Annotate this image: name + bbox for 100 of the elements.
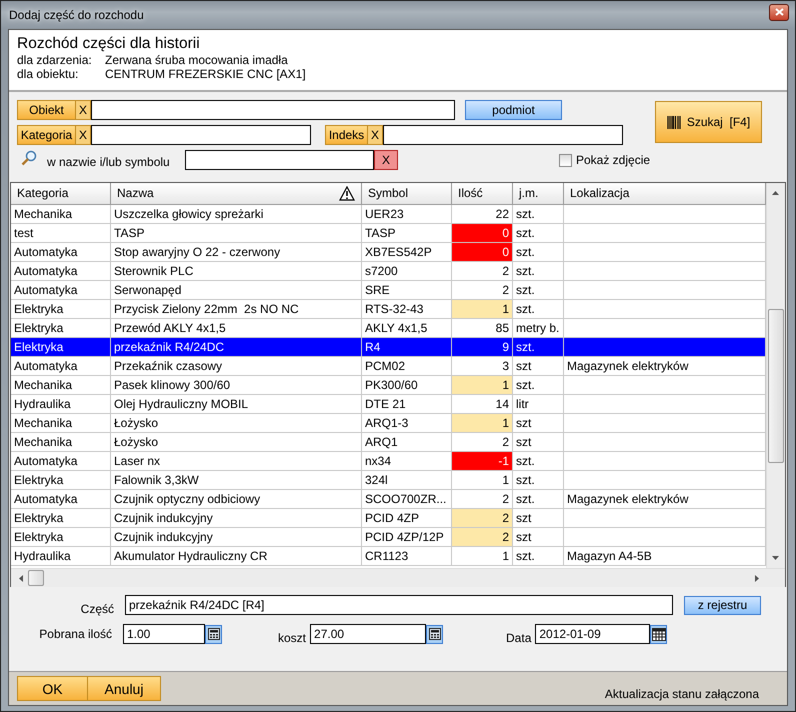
scroll-down-icon (772, 556, 780, 560)
table-cell: Akumulator Hydrauliczny CR (111, 547, 362, 566)
table-cell: Czujnik indukcyjny (111, 528, 362, 547)
horizontal-scrollbar[interactable] (11, 568, 785, 587)
dialog-heading: Rozchód części dla historii (17, 34, 201, 53)
table-cell: szt. (513, 205, 564, 224)
clear-button[interactable]: X (374, 150, 398, 170)
table-cell: szt (513, 433, 564, 452)
quantity-cell: 85 (452, 319, 513, 338)
table-cell: szt. (513, 224, 564, 243)
quantity-cell: 1 (452, 547, 513, 566)
close-button[interactable] (769, 4, 789, 20)
table-cell: szt. (513, 490, 564, 509)
table-cell: Sterownik PLC (111, 262, 362, 281)
table-cell: Hydraulika (11, 547, 111, 566)
table-cell: Automatyka (11, 243, 111, 262)
scrollbar-thumb[interactable] (768, 309, 784, 463)
search-label: w nazwie i/lub symbolu (47, 155, 171, 169)
calculator-icon (208, 628, 220, 640)
clear-button[interactable]: X (76, 100, 91, 120)
table-cell: Magazynek elektryków (564, 490, 766, 509)
search-button[interactable]: Szukaj [F4] (655, 101, 762, 143)
cancel-button[interactable]: Anuluj (88, 676, 161, 701)
index-field[interactable] (383, 125, 623, 145)
checkbox-label: Pokaż zdjęcie (576, 153, 650, 167)
field-label: Pobrana ilość (38, 627, 113, 641)
column-header[interactable]: Lokalizacja (564, 183, 766, 205)
subject-button[interactable]: podmiot (465, 100, 562, 120)
ok-button[interactable]: OK (17, 676, 88, 701)
table-cell: Przekaźnik czasowy (111, 357, 362, 376)
date-field[interactable]: 2012-01-09 (535, 624, 650, 644)
table-cell: szt. (513, 300, 564, 319)
scroll-right-icon (755, 575, 759, 582)
calculator-icon (428, 628, 441, 640)
quantity-cell: 2 (452, 528, 513, 547)
quantity-cell: 2 (452, 262, 513, 281)
table-cell: szt. (513, 547, 564, 566)
table-cell: szt. (513, 376, 564, 395)
checkbox[interactable] (559, 154, 572, 166)
table-cell: Łożysko (111, 414, 362, 433)
column-header[interactable]: Kategoria (11, 183, 111, 205)
column-header[interactable]: j.m. (513, 183, 564, 205)
detail-label: dla zdarzenia: (17, 53, 93, 67)
filter-button[interactable]: Obiekt (17, 100, 76, 120)
calendar-icon (652, 628, 666, 640)
detail-value: Zerwana śruba mocowania imadła (105, 53, 289, 67)
scrollbar-thumb[interactable] (28, 570, 44, 586)
name-search-field[interactable] (185, 150, 374, 170)
table-cell: szt. (513, 338, 564, 357)
column-header[interactable]: Symbol (362, 183, 452, 205)
table-cell: szt (513, 509, 564, 528)
category-field[interactable] (91, 125, 311, 145)
filter-button[interactable]: Indeks (325, 125, 368, 145)
calculator-button[interactable] (205, 624, 222, 644)
table-row[interactable]: Hydraulika Akumulator Hydrauliczny CR CR1123 1 szt. Magazyn A4-5B (11, 547, 766, 566)
quantity-field[interactable]: 1.00 (123, 624, 205, 644)
detail-label: dla obiektu: (17, 67, 80, 81)
calendar-button[interactable] (650, 624, 668, 644)
column-header[interactable]: Nazwa (111, 183, 362, 205)
table-cell: Uszczelka głowicy spreżarki (111, 205, 362, 224)
table-cell: Mechanika (11, 433, 111, 452)
table-cell: szt. (513, 243, 564, 262)
table-cell: Czujnik indukcyjny (111, 509, 362, 528)
quantity-cell: 1 (452, 414, 513, 433)
quantity-cell: -1 (452, 452, 513, 471)
table-cell: Elektryka (11, 338, 111, 357)
field-label: koszt (278, 631, 308, 645)
quantity-cell: 0 (452, 243, 513, 262)
table-cell: szt. (513, 471, 564, 490)
table-cell: Serwonapęd (111, 281, 362, 300)
search-icon (21, 150, 37, 166)
clear-button[interactable]: X (76, 125, 91, 145)
cost-field[interactable]: 27.00 (310, 624, 426, 644)
table-cell: Automatyka (11, 262, 111, 281)
vertical-scrollbar[interactable] (766, 183, 785, 568)
calculator-button[interactable] (426, 624, 444, 644)
scroll-left-icon (19, 575, 23, 582)
table-cell: Hydraulika (11, 395, 111, 414)
table-cell: szt (513, 528, 564, 547)
quantity-cell: 1 (452, 376, 513, 395)
quantity-cell: 2 (452, 509, 513, 528)
table-cell: Automatyka (11, 357, 111, 376)
table-row[interactable]: Elektryka przekaźnik R4/24DC R4 9 szt. (11, 338, 766, 357)
table-cell: Automatyka (11, 490, 111, 509)
part-field[interactable]: przekaźnik R4/24DC [R4] (125, 595, 673, 615)
table-cell: Mechanika (11, 205, 111, 224)
clear-button[interactable]: X (368, 125, 383, 145)
filter-button[interactable]: Kategoria (17, 125, 76, 145)
close-icon (774, 8, 784, 16)
table-cell: szt (513, 357, 564, 376)
detail-value: CENTRUM FREZERSKIE CNC [AX1] (105, 67, 306, 81)
table-cell: Elektryka (11, 471, 111, 490)
quantity-cell: 22 (452, 205, 513, 224)
quantity-cell: 2 (452, 281, 513, 300)
registry-button[interactable]: z rejestru (684, 596, 761, 614)
table-cell: Laser nx (111, 452, 362, 471)
table-cell: Elektryka (11, 509, 111, 528)
quantity-cell: 1 (452, 300, 513, 319)
table-cell: Stop awaryjny O 22 - czerwony (111, 243, 362, 262)
object-field[interactable] (91, 100, 455, 120)
